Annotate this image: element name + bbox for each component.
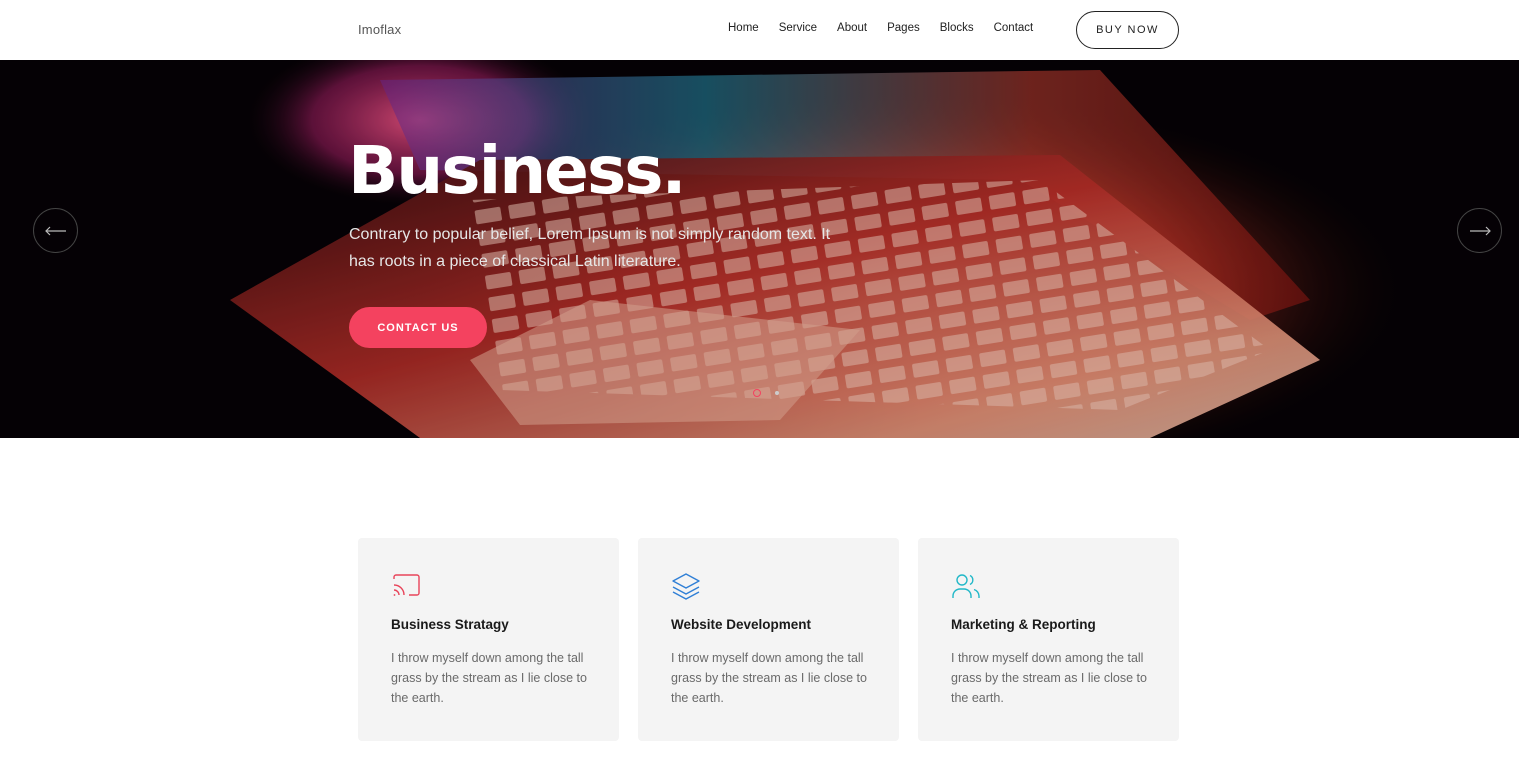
site-header: Imoflax Home Service About Pages Blocks … <box>0 0 1536 60</box>
feature-title: Marketing & Reporting <box>951 617 1096 632</box>
arrow-left-icon <box>44 226 66 235</box>
nav-about[interactable]: About <box>837 22 867 34</box>
nav-home[interactable]: Home <box>728 22 759 34</box>
feature-text: I throw myself down among the tall grass… <box>671 651 867 705</box>
feature-title: Business Stratagy <box>391 617 509 632</box>
slider-next-button[interactable] <box>1457 208 1502 253</box>
cast-icon <box>393 574 420 596</box>
nav-service[interactable]: Service <box>779 22 817 34</box>
slider-dot-2[interactable] <box>775 391 779 395</box>
main-nav: Home Service About Pages Blocks Contact <box>728 22 1053 34</box>
contact-us-button[interactable]: CONTACT US <box>349 307 487 348</box>
hero-title: Business. <box>348 132 687 209</box>
slider-dot-1[interactable] <box>753 389 761 397</box>
hero-slider: Business. Contrary to popular belief, Lo… <box>0 60 1519 438</box>
feature-text: I throw myself down among the tall grass… <box>391 651 587 705</box>
feature-text: I throw myself down among the tall grass… <box>951 651 1147 705</box>
arrow-right-icon <box>1469 226 1491 235</box>
nav-contact[interactable]: Contact <box>994 22 1034 34</box>
nav-pages[interactable]: Pages <box>887 22 920 34</box>
feature-title: Website Development <box>671 617 812 632</box>
feature-card-marketing-reporting: Marketing & Reporting I throw myself dow… <box>918 538 1179 741</box>
nav-blocks[interactable]: Blocks <box>940 22 974 34</box>
buy-now-button[interactable]: BUY NOW <box>1076 11 1179 49</box>
users-icon <box>952 574 980 598</box>
site-logo[interactable]: Imoflax <box>358 22 401 37</box>
slider-prev-button[interactable] <box>33 208 78 253</box>
feature-card-business-strategy: Business Stratagy I throw myself down am… <box>358 538 619 741</box>
feature-card-website-development: Website Development I throw myself down … <box>638 538 899 741</box>
hero-description: Contrary to popular belief, Lorem Ipsum … <box>349 226 831 270</box>
slider-dots <box>753 389 779 397</box>
layers-icon <box>672 573 700 600</box>
